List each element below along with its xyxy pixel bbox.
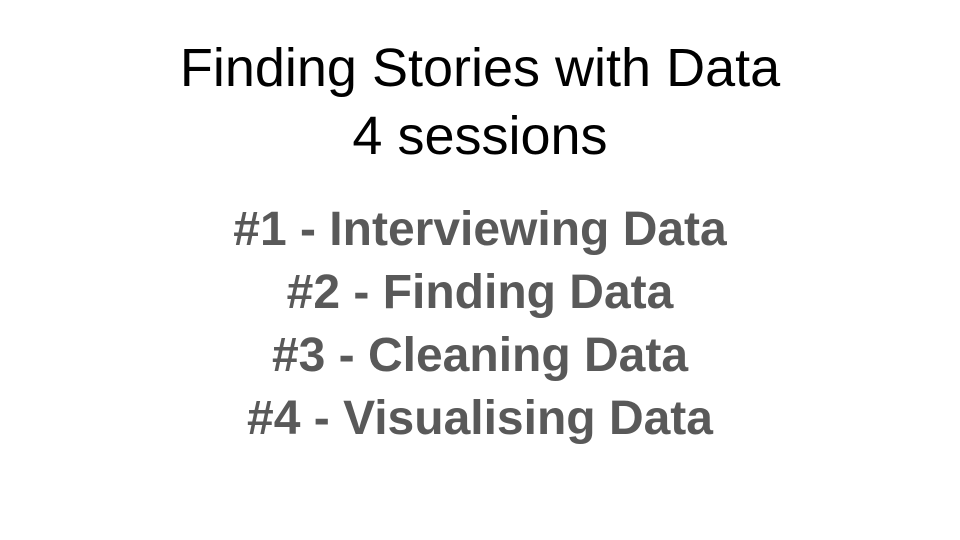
- session-item-4: #4 - Visualising Data: [247, 392, 713, 445]
- session-item-2: #2 - Finding Data: [286, 266, 674, 319]
- session-item-1: #1 - Interviewing Data: [233, 203, 727, 256]
- session-item-3: #3 - Cleaning Data: [271, 329, 689, 382]
- slide-subtitle: 4 sessions: [352, 106, 608, 166]
- slide: Finding Stories with Data 4 sessions #1 …: [0, 0, 960, 540]
- slide-title: Finding Stories with Data: [179, 38, 781, 98]
- sessions-list: #1 - Interviewing Data #2 - Finding Data…: [0, 198, 960, 450]
- slide-title-block: Finding Stories with Data 4 sessions: [0, 34, 960, 170]
